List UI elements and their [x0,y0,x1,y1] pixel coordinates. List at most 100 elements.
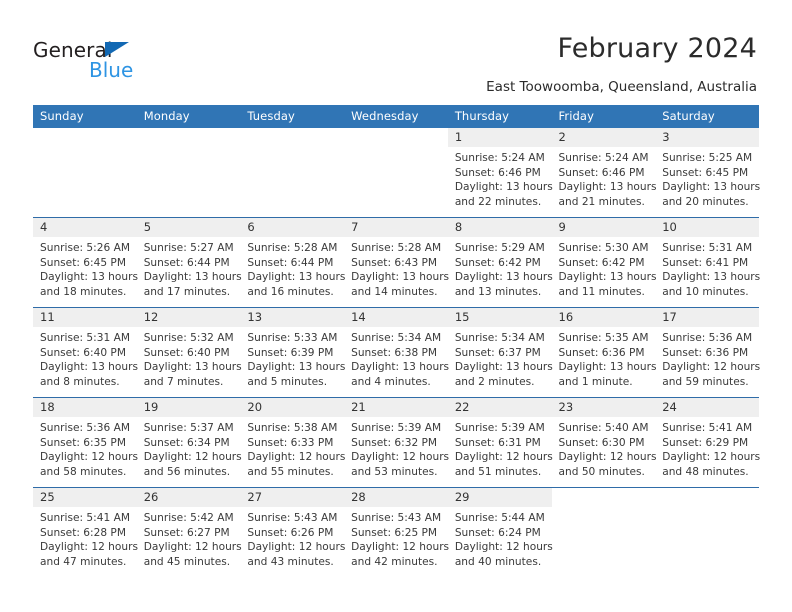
sunrise-text: Sunrise: 5:29 AM [454,242,545,254]
sunrise-text: Sunrise: 5:40 AM [558,422,649,434]
day-number: 21 [344,398,448,417]
calendar-day-cell[interactable]: 15 Sunrise: 5:34 AM Sunset: 6:37 PM Dayligh… [447,307,553,398]
day-number: 6 [240,218,345,237]
calendar-day-cell[interactable]: 26 Sunrise: 5:42 AM Sunset: 6:27 PM Dayligh… [136,487,242,577]
page-header: General Blue February 2024 East Toowoomb… [0,0,792,100]
daylight-text-line1: Daylight: 13 hours [247,361,346,374]
calendar-day-cell[interactable]: 21 Sunrise: 5:39 AM Sunset: 6:32 PM Dayligh… [344,397,449,488]
calendar-day-cell[interactable]: 20 Sunrise: 5:38 AM Sunset: 6:33 PM Dayligh… [240,397,345,488]
calendar-day-cell[interactable]: 14 Sunrise: 5:34 AM Sunset: 6:38 PM Dayligh… [344,307,450,398]
calendar-day-cell[interactable]: 8 Sunrise: 5:29 AM Sunset: 6:42 PM Daylight… [447,217,553,308]
day-details: Sunrise: 5:24 AM Sunset: 6:46 PM Daylight:… [448,147,553,209]
sunset-text: Sunset: 6:31 PM [454,436,541,449]
calendar-day-cell[interactable]: 4 Sunrise: 5:26 AM Sunset: 6:45 PM Daylight… [33,217,138,308]
day-details: Sunrise: 5:28 AM Sunset: 6:43 PM Daylight:… [344,237,449,299]
calendar-day-cell[interactable]: 11 Sunrise: 5:31 AM Sunset: 6:40 PM Dayligh… [33,307,138,398]
calendar-day-cell[interactable]: 10 Sunrise: 5:31 AM Sunset: 6:41 PM Dayligh… [655,217,760,308]
sunset-text: Sunset: 6:44 PM [143,256,230,269]
sunrise-text: Sunrise: 5:43 AM [247,512,338,524]
sunrise-text: Sunrise: 5:34 AM [351,332,442,344]
daylight-text-line1: Daylight: 13 hours [558,361,657,374]
day-number: 11 [33,308,137,327]
calendar-day-cell[interactable]: 23 Sunrise: 5:40 AM Sunset: 6:30 PM Dayligh… [551,397,656,488]
calendar-week-row: 1 Sunrise: 5:24 AM Sunset: 6:46 PM Daylight… [33,128,760,218]
sunset-text: Sunset: 6:29 PM [662,436,749,449]
calendar-day-cell[interactable]: 25 Sunrise: 5:41 AM Sunset: 6:28 PM Dayligh… [33,487,138,577]
calendar-day-cell[interactable]: 3 Sunrise: 5:25 AM Sunset: 6:45 PM Daylight… [655,128,760,218]
sunrise-text: Sunrise: 5:34 AM [454,332,545,344]
daylight-text-line1: Daylight: 12 hours [40,451,138,464]
daylight-text-line2: and 13 minutes. [454,285,542,298]
calendar-cell-empty [33,128,137,218]
calendar-day-cell[interactable]: 16 Sunrise: 5:35 AM Sunset: 6:36 PM Dayligh… [551,307,657,398]
calendar-day-cell[interactable]: 7 Sunrise: 5:28 AM Sunset: 6:43 PM Daylight… [344,217,449,308]
calendar-day-cell[interactable]: 2 Sunrise: 5:24 AM Sunset: 6:46 PM Daylight… [551,128,656,218]
weekday-header-tuesday: Tuesday [240,105,345,128]
daylight-text-line2: and 42 minutes. [351,555,438,568]
daylight-text-line1: Daylight: 13 hours [40,361,138,374]
sunset-text: Sunset: 6:45 PM [662,166,749,179]
day-number [551,488,656,507]
daylight-text-line1: Daylight: 12 hours [40,541,138,554]
calendar-day-cell[interactable]: 6 Sunrise: 5:28 AM Sunset: 6:44 PM Daylight… [240,217,345,308]
day-number: 2 [551,128,656,147]
daylight-text-line2: and 22 minutes. [454,195,542,208]
weekday-header-thursday: Thursday [447,105,552,128]
day-number: 3 [655,128,759,147]
daylight-text-line1: Daylight: 13 hours [454,271,553,284]
calendar-day-cell[interactable]: 17 Sunrise: 5:36 AM Sunset: 6:36 PM Dayligh… [655,307,760,398]
day-number: 28 [344,488,448,507]
daylight-text-line2: and 8 minutes. [40,375,120,388]
sunset-text: Sunset: 6:38 PM [351,346,438,359]
calendar-day-cell[interactable]: 28 Sunrise: 5:43 AM Sunset: 6:25 PM Dayligh… [344,487,449,577]
daylight-text-line2: and 4 minutes. [351,375,431,388]
calendar-day-cell[interactable]: 1 Sunrise: 5:24 AM Sunset: 6:46 PM Daylight… [447,128,553,218]
day-details: Sunrise: 5:38 AM Sunset: 6:33 PM Daylight:… [240,417,345,479]
daylight-text-line2: and 50 minutes. [558,465,645,478]
sunset-text: Sunset: 6:37 PM [454,346,541,359]
calendar-day-cell[interactable]: 27 Sunrise: 5:43 AM Sunset: 6:26 PM Dayligh… [240,487,345,577]
day-number: 8 [447,218,552,237]
sunrise-text: Sunrise: 5:27 AM [143,242,234,254]
sunset-text: Sunset: 6:46 PM [454,166,541,179]
day-number: 12 [136,308,241,327]
calendar-cell-empty [240,128,345,218]
calendar-day-cell[interactable]: 24 Sunrise: 5:41 AM Sunset: 6:29 PM Dayligh… [655,397,760,488]
day-number: 23 [551,398,656,417]
daylight-text-line1: Daylight: 13 hours [558,271,657,284]
calendar-week-row: 25 Sunrise: 5:41 AM Sunset: 6:28 PM Dayligh… [33,487,759,577]
calendar-day-cell[interactable]: 18 Sunrise: 5:36 AM Sunset: 6:35 PM Dayligh… [33,397,138,488]
day-details: Sunrise: 5:42 AM Sunset: 6:27 PM Daylight:… [137,507,242,569]
day-details: Sunrise: 5:26 AM Sunset: 6:45 PM Daylight:… [33,237,138,299]
sunset-text: Sunset: 6:36 PM [558,346,645,359]
daylight-text-line2: and 11 minutes. [558,285,645,298]
daylight-text-line2: and 58 minutes. [40,465,127,478]
calendar-day-cell[interactable]: 19 Sunrise: 5:37 AM Sunset: 6:34 PM Dayligh… [136,397,242,488]
day-number: 5 [136,218,241,237]
calendar-header-row: Sunday Monday Tuesday Wednesday Thursday… [33,105,759,128]
calendar-week-row: 11 Sunrise: 5:31 AM Sunset: 6:40 PM Dayligh… [33,307,760,398]
sunrise-text: Sunrise: 5:42 AM [143,512,234,524]
day-number: 16 [551,308,656,327]
day-number: 19 [136,398,241,417]
calendar-day-cell[interactable]: 13 Sunrise: 5:33 AM Sunset: 6:39 PM Dayligh… [240,307,346,398]
calendar-day-cell[interactable]: 29 Sunrise: 5:44 AM Sunset: 6:24 PM Dayligh… [447,487,553,577]
day-details: Sunrise: 5:41 AM Sunset: 6:29 PM Daylight:… [655,417,760,479]
logo-triangle-icon [105,42,129,57]
daylight-text-line2: and 14 minutes. [351,285,438,298]
calendar-day-cell[interactable]: 22 Sunrise: 5:39 AM Sunset: 6:31 PM Dayligh… [447,397,553,488]
sunrise-text: Sunrise: 5:43 AM [351,512,442,524]
day-number: 4 [33,218,137,237]
day-number: 15 [447,308,552,327]
sunrise-text: Sunrise: 5:36 AM [662,332,753,344]
daylight-text-line1: Daylight: 13 hours [40,271,138,284]
sunset-text: Sunset: 6:43 PM [351,256,438,269]
daylight-text-line1: Daylight: 12 hours [454,541,553,554]
weekday-header-wednesday: Wednesday [344,105,448,128]
daylight-text-line1: Daylight: 13 hours [351,361,450,374]
calendar-week-row: 18 Sunrise: 5:36 AM Sunset: 6:35 PM Dayligh… [33,397,760,488]
calendar-day-cell[interactable]: 12 Sunrise: 5:32 AM Sunset: 6:40 PM Dayligh… [136,307,242,398]
calendar-day-cell[interactable]: 9 Sunrise: 5:30 AM Sunset: 6:42 PM Daylight… [551,217,657,308]
day-number: 7 [344,218,448,237]
calendar-day-cell[interactable]: 5 Sunrise: 5:27 AM Sunset: 6:44 PM Daylight… [136,217,242,308]
